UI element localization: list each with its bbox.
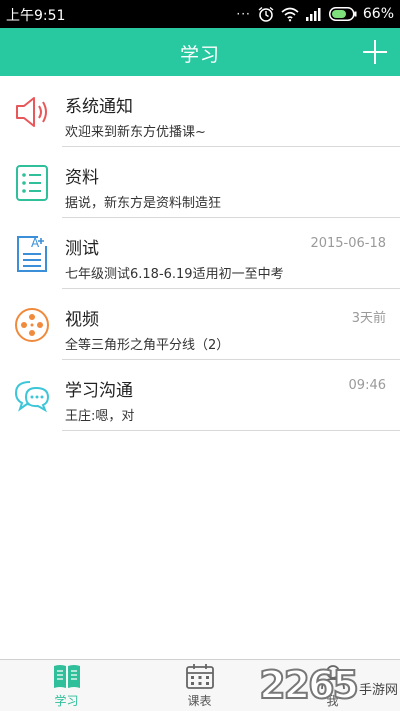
watermark-text: 手游网 [358,682,398,698]
tab-study[interactable]: 学习 [0,660,133,711]
list-item-name: 视频 [65,310,99,330]
test-doc-icon: A [17,236,47,272]
tab-schedule[interactable]: 课表 [133,660,266,711]
list-item-subtitle: 全等三角形之角平分线（2） [65,338,230,353]
speaker-icon [16,97,47,127]
wifi-icon [281,7,299,22]
chat-bubbles-icon [14,381,50,413]
list-item-subtitle: 据说，新东方是资料制造狂 [65,196,222,211]
list-item-test[interactable]: A 测试 七年级测试6.18-6.19适用初一至中考 2015-06-18 [0,218,400,289]
list-item-name: 资料 [65,168,99,188]
list-item-subtitle: 王庄:嗯，对 [65,409,135,424]
message-list: 系统通知 欢迎来到新东方优播课~ 资料 据说，新东方是资料制造狂 A 测试 七年… [0,76,400,431]
status-time: 上午9:51 [6,8,66,24]
book-icon [53,665,80,688]
calendar-icon [185,664,214,689]
list-item-time: 09:46 [348,378,386,393]
watermark-number: 2265 [258,662,360,708]
divider [62,430,400,431]
status-bar: 上午9:51 ··· 66% [0,0,400,28]
list-item-name: 学习沟通 [65,381,133,401]
alarm-icon [258,6,274,22]
svg-text:A: A [31,236,40,250]
tab-label: 课表 [187,694,212,708]
status-icons: ··· 66% [236,4,394,24]
list-item-video[interactable]: 视频 全等三角形之角平分线（2） 3天前 [0,289,400,360]
dots-icon: ··· [236,7,251,21]
list-item-name: 系统通知 [65,97,133,117]
page-title: 学习 [179,44,220,66]
battery-icon [328,7,357,21]
list-doc-icon [16,165,48,201]
list-item-materials[interactable]: 资料 据说，新东方是资料制造狂 [0,147,400,218]
tab-label: 学习 [54,694,79,708]
list-item-subtitle: 七年级测试6.18-6.19适用初一至中考 [65,267,284,282]
app-header: 学习 [0,28,400,76]
list-item-study-chat[interactable]: 学习沟通 王庄:嗯，对 09:46 [0,360,400,431]
list-item-system-notice[interactable]: 系统通知 欢迎来到新东方优播课~ [0,76,400,147]
list-item-subtitle: 欢迎来到新东方优播课~ [65,125,206,140]
plus-icon[interactable] [360,37,390,67]
watermark: 2265 手游网 [258,660,398,710]
list-item-time: 3天前 [351,311,386,326]
list-item-time: 2015-06-18 [310,236,386,251]
film-reel-icon [15,308,49,342]
signal-icon [305,8,321,21]
list-item-name: 测试 [65,239,99,259]
battery-percent: 66% [362,6,394,22]
